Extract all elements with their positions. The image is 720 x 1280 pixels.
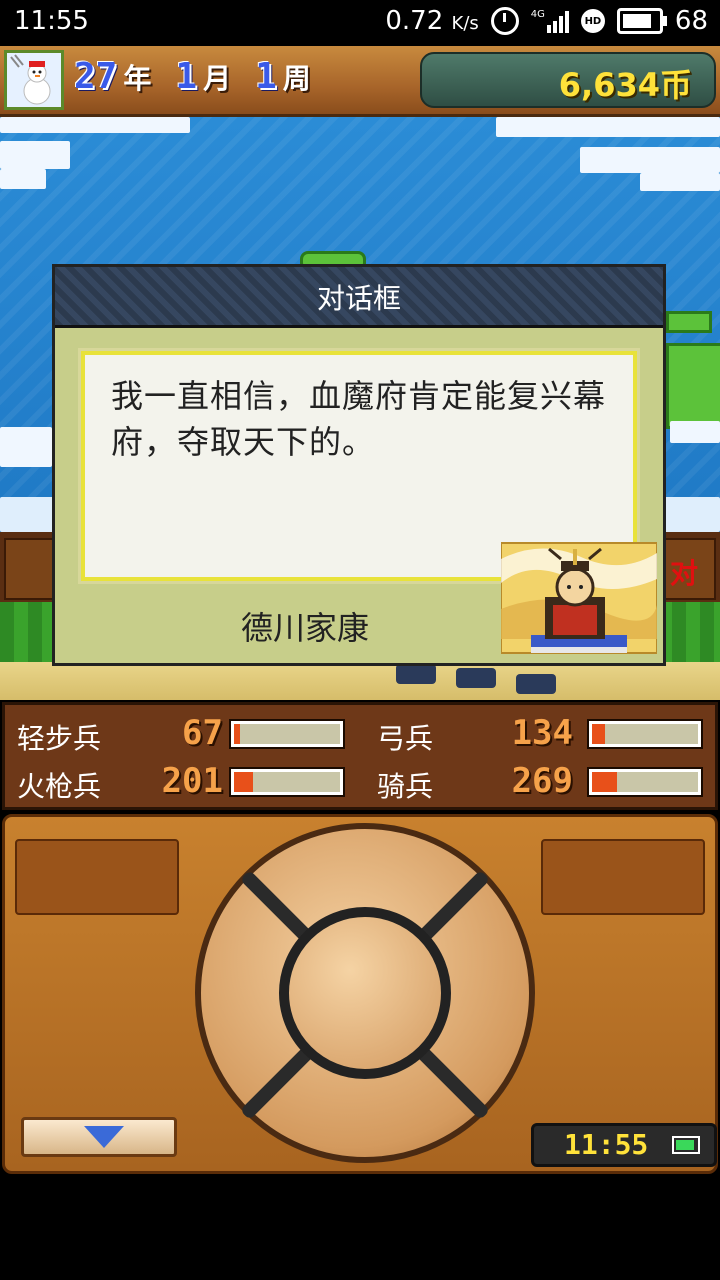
signal-icon: 4G bbox=[531, 9, 569, 33]
left-banner bbox=[4, 538, 58, 600]
troop-bar-fill bbox=[234, 772, 254, 792]
left-action-button[interactable] bbox=[15, 839, 179, 915]
right-action-button[interactable] bbox=[541, 839, 705, 915]
troop-name: 轻步兵 bbox=[17, 722, 102, 755]
cloud bbox=[670, 421, 720, 443]
cloud bbox=[496, 117, 720, 137]
hd-icon: HD bbox=[580, 9, 605, 33]
right-banner-text: 对 bbox=[669, 557, 698, 590]
dialog-box[interactable]: 对话框 我一直相信，血魔府肯定能复兴幕府，夺取天下的。 德川家康 bbox=[52, 264, 666, 666]
dialog-header: 对话框 bbox=[55, 267, 663, 328]
game-clock: 11:55 bbox=[531, 1123, 717, 1167]
status-icons: 0.72 K/s 4G HD 68 bbox=[385, 6, 708, 36]
troop-stat: 火枪兵 201 bbox=[17, 761, 357, 805]
troop-count: 201 bbox=[161, 761, 223, 801]
troop-count: 67 bbox=[182, 713, 223, 753]
net-speed-unit: K/s bbox=[451, 13, 479, 34]
controller-panel: 11:55 bbox=[2, 814, 718, 1174]
month-unit: 月 bbox=[203, 62, 232, 95]
status-time: 11:55 bbox=[14, 6, 89, 36]
speaker-name: 德川家康 bbox=[241, 609, 370, 647]
snowman-avatar[interactable] bbox=[4, 50, 64, 110]
money-display: 6,634币 bbox=[420, 52, 716, 108]
soldier-sprite bbox=[516, 674, 556, 694]
troop-name: 骑兵 bbox=[377, 770, 434, 803]
cloud bbox=[580, 147, 720, 173]
year-value: 27 bbox=[74, 56, 118, 97]
net-speed-value: 0.72 bbox=[385, 6, 444, 36]
soldier-sprite bbox=[396, 664, 436, 684]
troop-count: 134 bbox=[511, 713, 573, 753]
island bbox=[666, 311, 712, 333]
cloud bbox=[0, 169, 46, 189]
troop-bar bbox=[587, 767, 703, 797]
troop-stat: 骑兵 269 bbox=[377, 761, 717, 805]
game-date: 27 年 1 月 1 周 bbox=[74, 56, 329, 97]
troop-bar-fill bbox=[592, 772, 618, 792]
year-unit: 年 bbox=[123, 62, 152, 95]
game-clock-time: 11:55 bbox=[564, 1128, 649, 1161]
troop-bar bbox=[229, 767, 345, 797]
battery-level: 68 bbox=[674, 6, 708, 36]
troop-bar-fill bbox=[234, 724, 241, 744]
troop-bar-fill bbox=[592, 724, 605, 744]
troop-stat: 轻步兵 67 bbox=[17, 713, 357, 757]
alarm-clock-icon bbox=[490, 7, 519, 35]
month-value: 1 bbox=[175, 56, 198, 97]
down-arrow-icon bbox=[84, 1126, 124, 1148]
battery-icon bbox=[616, 8, 667, 34]
troop-bar bbox=[587, 719, 703, 749]
signal-bars-icon bbox=[546, 9, 569, 33]
week-unit: 周 bbox=[282, 62, 311, 95]
sand-road bbox=[0, 662, 720, 700]
battery-icon bbox=[672, 1136, 700, 1154]
status-bar: 11:55 0.72 K/s 4G HD 68 bbox=[0, 0, 720, 46]
cloud bbox=[0, 427, 52, 467]
troop-name: 弓兵 bbox=[377, 722, 434, 755]
troop-stat: 弓兵 134 bbox=[377, 713, 717, 757]
dialog-title: 对话框 bbox=[316, 282, 401, 315]
speaker-portrait bbox=[501, 542, 657, 654]
island bbox=[666, 343, 720, 429]
troop-stats-panel: 轻步兵 67 弓兵 134 火枪兵 201 骑兵 269 bbox=[2, 702, 718, 810]
cloud bbox=[0, 117, 190, 133]
troop-name: 火枪兵 bbox=[17, 770, 102, 803]
snowman-icon bbox=[7, 53, 61, 107]
cloud bbox=[0, 141, 70, 169]
game-top-bar: 27 年 1 月 1 周 6,634币 bbox=[0, 46, 720, 117]
money-value: 6,634币 bbox=[558, 66, 692, 104]
cloud bbox=[640, 173, 720, 191]
scroll-down-button[interactable] bbox=[21, 1117, 177, 1157]
troop-bar bbox=[229, 719, 345, 749]
signal-type: 4G bbox=[530, 9, 545, 20]
directional-pad[interactable] bbox=[195, 823, 535, 1163]
net-speed: 0.72 K/s bbox=[385, 6, 478, 36]
troop-count: 269 bbox=[511, 761, 573, 801]
dialog-message: 我一直相信，血魔府肯定能复兴幕府，夺取天下的。 bbox=[111, 377, 607, 461]
week-value: 1 bbox=[255, 56, 277, 97]
dpad-center-button[interactable] bbox=[279, 907, 451, 1079]
soldier-sprite bbox=[456, 668, 496, 688]
